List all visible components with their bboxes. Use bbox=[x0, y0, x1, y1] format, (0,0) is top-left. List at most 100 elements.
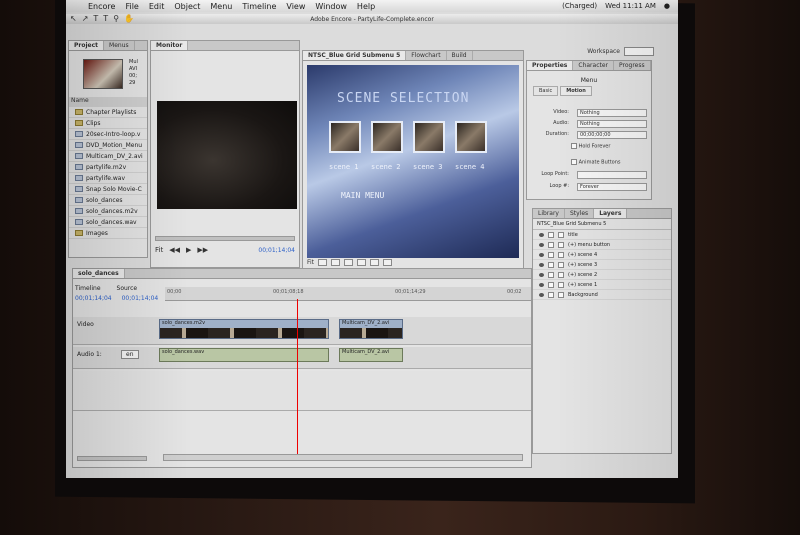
align-toggle[interactable] bbox=[370, 259, 380, 266]
menu-title-text[interactable]: SCENE SELECTION bbox=[337, 91, 469, 106]
tab-styles[interactable]: Styles bbox=[565, 209, 595, 218]
target-checkbox[interactable] bbox=[558, 241, 564, 248]
prop-video-value[interactable]: Nothing bbox=[577, 109, 647, 117]
layer-row[interactable]: (+) scene 4 bbox=[533, 250, 671, 260]
layer-row[interactable]: (+) scene 2 bbox=[533, 270, 671, 280]
audio-clip-2[interactable]: Multicam_DV_2.avi bbox=[339, 348, 403, 362]
active-state-toggle[interactable] bbox=[344, 259, 354, 266]
video-clip-2[interactable]: Multicam_DV_2.avi bbox=[339, 319, 403, 339]
monitor-timecode[interactable]: 00;01;14;04 bbox=[258, 247, 295, 254]
lock-checkbox[interactable] bbox=[548, 281, 554, 288]
clock[interactable]: Wed 11:11 AM bbox=[605, 2, 656, 10]
safe-area-toggle[interactable] bbox=[318, 259, 328, 266]
play-icon[interactable]: ▶ bbox=[186, 246, 191, 254]
visibility-eye-icon[interactable] bbox=[539, 252, 544, 257]
project-item[interactable]: DVD_Motion_Menu bbox=[69, 140, 147, 151]
step-back-icon[interactable]: ◀◀ bbox=[169, 246, 180, 254]
app-menu[interactable]: Encore bbox=[88, 2, 115, 11]
timeline-zoom-slider[interactable] bbox=[77, 456, 147, 461]
step-forward-icon[interactable]: ▶▶ bbox=[197, 246, 208, 254]
loop-select[interactable]: Forever bbox=[577, 183, 647, 191]
visibility-eye-icon[interactable] bbox=[539, 292, 544, 297]
audio-clip-1[interactable]: solo_dances.wav bbox=[159, 348, 329, 362]
menu-menu[interactable]: Menu bbox=[210, 2, 232, 11]
scene-4-label[interactable]: scene 4 bbox=[455, 163, 485, 171]
menu-timeline[interactable]: Timeline bbox=[242, 2, 276, 11]
target-checkbox[interactable] bbox=[558, 261, 564, 268]
distribute-toggle[interactable] bbox=[383, 259, 393, 266]
hold-forever-box[interactable] bbox=[571, 143, 577, 149]
playhead[interactable] bbox=[297, 299, 298, 459]
menu-editor-fit-select[interactable]: Fit bbox=[307, 259, 314, 266]
animate-buttons-checkbox[interactable]: Animate Buttons bbox=[571, 159, 621, 168]
animate-buttons-box[interactable] bbox=[571, 159, 577, 165]
timeline-ruler[interactable]: 00;00 00;01;08;18 00;01;14;29 00;02 bbox=[165, 287, 531, 301]
menu-preview-canvas[interactable]: SCENE SELECTION scene 1 scene 2 scene 3 … bbox=[307, 65, 519, 258]
lock-checkbox[interactable] bbox=[548, 271, 554, 278]
lock-checkbox[interactable] bbox=[548, 231, 554, 238]
scene-4-thumbnail[interactable] bbox=[455, 121, 487, 153]
main-menu-button[interactable]: MAIN MENU bbox=[341, 191, 384, 200]
tab-build[interactable]: Build bbox=[447, 51, 473, 60]
target-checkbox[interactable] bbox=[558, 291, 564, 298]
target-checkbox[interactable] bbox=[558, 271, 564, 278]
hand-tool-icon[interactable]: ✋ bbox=[124, 14, 134, 23]
tab-progress[interactable]: Progress bbox=[614, 61, 651, 70]
layer-row[interactable]: Background bbox=[533, 290, 671, 300]
loop-point-field[interactable] bbox=[577, 171, 647, 179]
project-item[interactable]: Snap Solo Movie-C bbox=[69, 184, 147, 195]
lock-checkbox[interactable] bbox=[548, 291, 554, 298]
tab-properties[interactable]: Properties bbox=[527, 61, 574, 70]
lock-checkbox[interactable] bbox=[548, 261, 554, 268]
project-column-header[interactable]: Name bbox=[69, 97, 147, 107]
layer-row[interactable]: title bbox=[533, 230, 671, 240]
tab-flowchart[interactable]: Flowchart bbox=[406, 51, 447, 60]
source-timecode[interactable]: 00;01;14;04 bbox=[122, 295, 159, 302]
layer-row[interactable]: (+) scene 3 bbox=[533, 260, 671, 270]
monitor-fit-select[interactable]: Fit bbox=[155, 246, 163, 254]
timeline-timecode[interactable]: 00;01;14;04 bbox=[75, 295, 112, 302]
show-subpicture-toggle[interactable] bbox=[331, 259, 341, 266]
menu-edit[interactable]: Edit bbox=[149, 2, 165, 11]
text-tool-icon[interactable]: T bbox=[93, 14, 98, 23]
target-checkbox[interactable] bbox=[558, 231, 564, 238]
project-item[interactable]: solo_dances bbox=[69, 195, 147, 206]
project-item[interactable]: Images bbox=[69, 228, 147, 239]
selected-state-toggle[interactable] bbox=[357, 259, 367, 266]
scene-1-label[interactable]: scene 1 bbox=[329, 163, 359, 171]
prop-duration-value[interactable]: 00;00;00;00 bbox=[577, 131, 647, 139]
prop-audio-value[interactable]: Nothing bbox=[577, 120, 647, 128]
visibility-eye-icon[interactable] bbox=[539, 272, 544, 277]
visibility-eye-icon[interactable] bbox=[539, 282, 544, 287]
tab-character[interactable]: Character bbox=[573, 61, 614, 70]
layer-row[interactable]: (+) menu button bbox=[533, 240, 671, 250]
project-item[interactable]: solo_dances.m2v bbox=[69, 206, 147, 217]
timeline-horizontal-scrollbar[interactable] bbox=[163, 454, 523, 461]
scene-2-thumbnail[interactable] bbox=[371, 121, 403, 153]
visibility-eye-icon[interactable] bbox=[539, 232, 544, 237]
spotlight-icon[interactable]: ● bbox=[664, 2, 670, 10]
project-item[interactable]: partylife.m2v bbox=[69, 162, 147, 173]
scene-2-label[interactable]: scene 2 bbox=[371, 163, 401, 171]
project-item[interactable]: partylife.wav bbox=[69, 173, 147, 184]
project-item[interactable]: Multicam_DV_2.avi bbox=[69, 151, 147, 162]
scene-1-thumbnail[interactable] bbox=[329, 121, 361, 153]
menu-window[interactable]: Window bbox=[315, 2, 347, 11]
menu-object[interactable]: Object bbox=[174, 2, 200, 11]
subtab-basic[interactable]: Basic bbox=[533, 86, 559, 96]
project-item[interactable]: Clips bbox=[69, 118, 147, 129]
project-item[interactable]: solo_dances.wav bbox=[69, 217, 147, 228]
scene-3-label[interactable]: scene 3 bbox=[413, 163, 443, 171]
lock-checkbox[interactable] bbox=[548, 241, 554, 248]
visibility-eye-icon[interactable] bbox=[539, 242, 544, 247]
tab-library[interactable]: Library bbox=[533, 209, 565, 218]
zoom-tool-icon[interactable]: ⚲ bbox=[113, 14, 119, 23]
vertical-text-tool-icon[interactable]: T bbox=[103, 14, 108, 23]
direct-select-tool-icon[interactable]: ↗ bbox=[82, 14, 89, 23]
monitor-scrubber[interactable] bbox=[155, 236, 295, 241]
tab-menu-editor[interactable]: NTSC_Blue Grid Submenu 5 bbox=[303, 51, 407, 60]
hold-forever-checkbox[interactable]: Hold Forever bbox=[571, 143, 610, 152]
project-item[interactable]: 20sec-Intro-loop.v bbox=[69, 129, 147, 140]
tab-menus[interactable]: Menus bbox=[104, 41, 135, 50]
tab-layers[interactable]: Layers bbox=[594, 209, 628, 218]
